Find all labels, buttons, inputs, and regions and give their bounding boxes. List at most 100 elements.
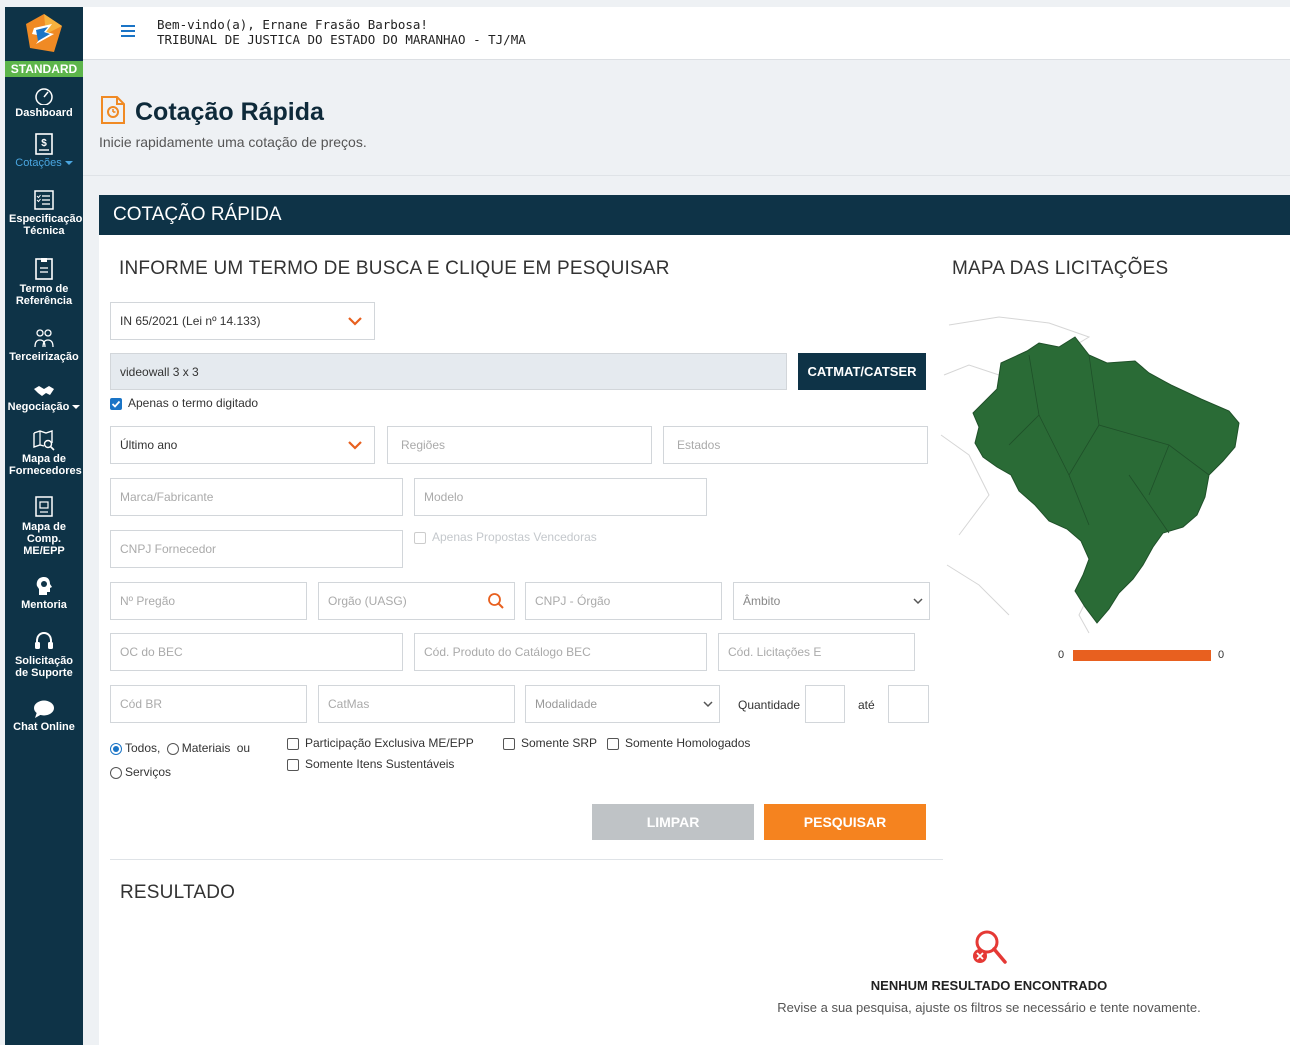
- legend-min: 0: [1058, 649, 1065, 661]
- sidebar-item-mentoria[interactable]: Mentoria: [5, 575, 83, 611]
- cod-licitacoes-input[interactable]: Cód. Licitações E: [718, 633, 915, 671]
- topbar: Bem-vindo(a), Ernane Frasão Barbosa! TRI…: [83, 7, 1290, 60]
- document-icon: [35, 258, 53, 280]
- header-divider: [83, 175, 1290, 176]
- no-result-icon: [973, 930, 1007, 964]
- chevron-down-icon: [348, 441, 362, 450]
- chevron-down-icon: [913, 598, 923, 605]
- cnpj-orgao-input[interactable]: CNPJ - Órgão: [525, 582, 722, 620]
- radio-servicos[interactable]: Serviços: [110, 765, 171, 779]
- clear-button[interactable]: LIMPAR: [592, 804, 754, 840]
- cod-produto-bec-input[interactable]: Cód. Produto do Catálogo BEC: [414, 633, 707, 671]
- sidebar-item-termo[interactable]: Termo de Referência: [5, 257, 83, 307]
- quantity-max-input[interactable]: [888, 685, 929, 723]
- radio-icon: [110, 766, 122, 779]
- page-subtitle: Inicie rapidamente uma cotação de preços…: [99, 134, 367, 150]
- headset-icon: [35, 631, 53, 649]
- legend-max: 0: [1218, 649, 1225, 661]
- sidebar-item-mapa-fornecedores[interactable]: Mapa de Fornecedores: [5, 429, 83, 477]
- chevron-down-icon: [703, 701, 713, 708]
- type-radio-group: Todos, Materiais ou: [110, 741, 250, 755]
- quantity-min-input[interactable]: [805, 685, 845, 723]
- sidebar-item-dashboard[interactable]: Dashboard: [5, 87, 83, 119]
- quantity-label: Quantidade: [738, 698, 801, 712]
- welcome-text: Bem-vindo(a), Ernane Frasão Barbosa!: [157, 17, 428, 32]
- app-logo[interactable]: [5, 7, 83, 61]
- result-title: RESULTADO: [120, 882, 236, 903]
- states-input[interactable]: Estados: [663, 426, 928, 464]
- people-icon: [34, 329, 54, 348]
- sidebar-item-cotacoes[interactable]: $ Cotações: [5, 133, 83, 169]
- oc-bec-input[interactable]: OC do BEC: [110, 633, 403, 671]
- chat-bubble-icon: [34, 700, 54, 718]
- srp-checkbox[interactable]: Somente SRP: [503, 736, 597, 750]
- catmat-catser-button[interactable]: CATMAT/CATSER: [798, 353, 926, 390]
- menu-toggle-icon[interactable]: [121, 25, 135, 37]
- chevron-down-icon: [72, 405, 81, 410]
- handshake-icon: [34, 386, 54, 396]
- checkbox-icon: [287, 758, 299, 771]
- empty-title: NENHUM RESULTADO ENCONTRADO: [870, 978, 1108, 993]
- quote-document-icon: [101, 96, 125, 124]
- search-icon[interactable]: [487, 592, 505, 610]
- card-header: COTAÇÃO RÁPIDA: [99, 195, 1290, 235]
- pregao-input[interactable]: Nº Pregão: [110, 582, 307, 620]
- radio-materiais[interactable]: Materiais: [166, 741, 230, 755]
- cod-br-input[interactable]: Cód BR: [110, 685, 307, 723]
- report-icon: [35, 496, 53, 517]
- sidebar-item-negociacao[interactable]: Negociação: [5, 383, 83, 413]
- law-select[interactable]: IN 65/2021 (Lei nº 14.133): [110, 302, 375, 340]
- period-select[interactable]: Último ano: [110, 426, 375, 464]
- search-button[interactable]: PESQUISAR: [764, 804, 926, 840]
- orgao-uasg-input[interactable]: Orgão (UASG): [318, 582, 515, 620]
- map-title: MAPA DAS LICITAÇÕES: [952, 258, 1169, 279]
- logo-icon: [26, 14, 62, 52]
- form-section-title: INFORME UM TERMO DE BUSCA E CLIQUE EM PE…: [119, 258, 670, 279]
- brazil-map[interactable]: [939, 315, 1259, 635]
- speedometer-icon: [35, 88, 53, 105]
- modalidade-select[interactable]: Modalidade: [525, 685, 720, 723]
- chevron-down-icon: [348, 317, 362, 326]
- plan-badge: STANDARD: [5, 61, 83, 77]
- welcome-block: Bem-vindo(a), Ernane Frasão Barbosa! TRI…: [157, 17, 526, 47]
- me-epp-checkbox[interactable]: Participação Exclusiva ME/EPP: [287, 736, 474, 750]
- sidebar-item-mapa-me-epp[interactable]: Mapa de Comp. ME/EPP: [5, 495, 83, 557]
- checkbox-checked-icon: [110, 397, 122, 410]
- sidebar-item-chat[interactable]: Chat Online: [5, 699, 83, 733]
- result-divider: [110, 859, 943, 860]
- radio-todos[interactable]: Todos,: [110, 741, 160, 755]
- sidebar-item-suporte[interactable]: Solicitação de Suporte: [5, 631, 83, 679]
- checkbox-icon: [607, 737, 619, 750]
- quick-quote-card: COTAÇÃO RÁPIDA INFORME UM TERMO DE BUSCA…: [99, 195, 1290, 1045]
- catmas-input[interactable]: CatMas: [318, 685, 515, 723]
- head-lightbulb-icon: [36, 577, 52, 595]
- ate-label: até: [858, 698, 875, 712]
- winning-only-checkbox[interactable]: Apenas Propostas Vencedoras: [414, 530, 597, 544]
- homologados-checkbox[interactable]: Somente Homologados: [607, 736, 750, 750]
- sidebar-item-especificacao[interactable]: Especificação Técnica: [5, 189, 83, 237]
- checkbox-icon: [503, 737, 515, 750]
- empty-subtitle: Revise a sua pesquisa, ajuste os filtros…: [777, 1000, 1201, 1015]
- ambito-select[interactable]: Âmbito: [733, 582, 930, 620]
- only-term-checkbox[interactable]: Apenas o termo digitado: [110, 396, 258, 410]
- organization-name: TRIBUNAL DE JUSTICA DO ESTADO DO MARANHA…: [157, 32, 526, 47]
- model-input[interactable]: Modelo: [414, 478, 707, 516]
- radio-selected-icon: [110, 742, 122, 755]
- sidebar-item-terceirizacao[interactable]: Terceirização: [5, 327, 83, 363]
- page-title: Cotação Rápida: [135, 98, 324, 126]
- sidebar: STANDARD Dashboard $ Cotações Especifica…: [5, 7, 83, 1045]
- radio-icon: [166, 742, 179, 755]
- checkbox-icon: [287, 737, 299, 750]
- search-input[interactable]: videowall 3 x 3: [110, 353, 787, 390]
- ou-label: ou: [236, 741, 251, 755]
- checklist-icon: [34, 190, 54, 210]
- chevron-down-icon: [64, 161, 73, 166]
- regions-input[interactable]: Regiões: [387, 426, 652, 464]
- sustentaveis-checkbox[interactable]: Somente Itens Sustentáveis: [287, 757, 454, 771]
- map-search-icon: [33, 430, 55, 451]
- price-document-icon: $: [35, 133, 53, 155]
- svg-text:$: $: [41, 138, 47, 149]
- brand-input[interactable]: Marca/Fabricante: [110, 478, 403, 516]
- cnpj-supplier-input[interactable]: CNPJ Fornecedor: [110, 530, 403, 568]
- legend-bar: [1073, 650, 1211, 661]
